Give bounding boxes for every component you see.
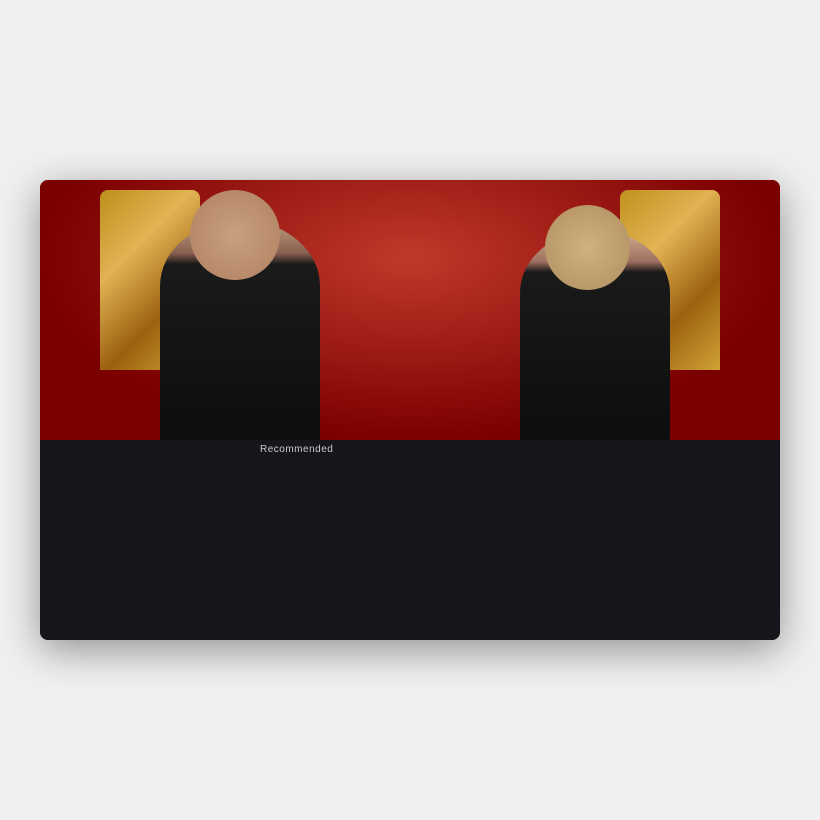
person-left [160,220,320,440]
tv-frame: Recommended Guide Channel list ☰ [40,180,780,640]
person-right [520,230,670,440]
bottom-panel: Recommended Guide Channel list ☰ [40,440,780,640]
recommended-label: Recommended [260,444,333,455]
hero-image [40,180,780,440]
